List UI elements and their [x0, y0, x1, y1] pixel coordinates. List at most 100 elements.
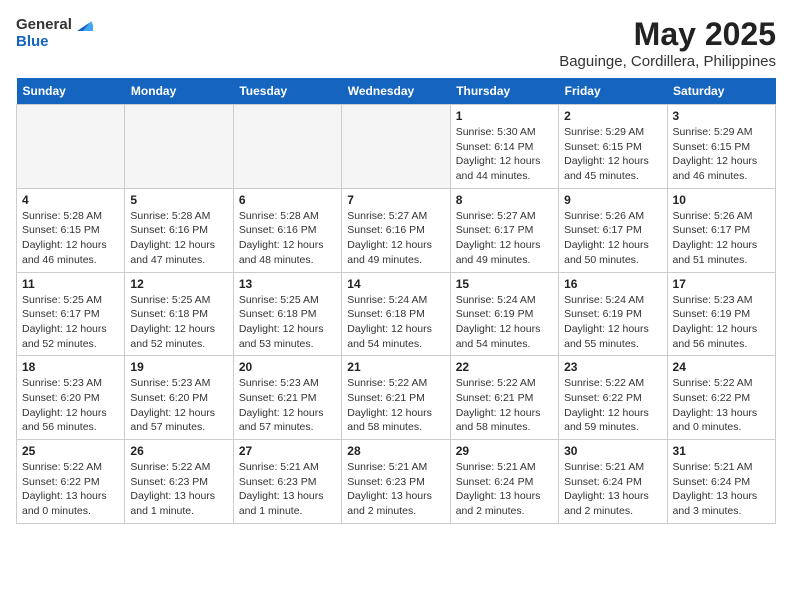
- day-info: Sunrise: 5:24 AM Sunset: 6:19 PM Dayligh…: [456, 293, 553, 352]
- day-number: 19: [130, 360, 227, 374]
- calendar-cell: 28 Sunrise: 5:21 AM Sunset: 6:23 PM Dayli…: [342, 440, 450, 524]
- day-info: Sunrise: 5:26 AM Sunset: 6:17 PM Dayligh…: [564, 209, 661, 268]
- day-number: 30: [564, 444, 661, 458]
- day-number: 12: [130, 277, 227, 291]
- day-info: Sunrise: 5:22 AM Sunset: 6:21 PM Dayligh…: [456, 376, 553, 435]
- calendar-cell: 6 Sunrise: 5:28 AM Sunset: 6:16 PM Daylig…: [233, 188, 341, 272]
- logo: General Blue: [16, 16, 93, 50]
- week-row-4: 18 Sunrise: 5:23 AM Sunset: 6:20 PM Dayli…: [17, 356, 776, 440]
- day-info: Sunrise: 5:21 AM Sunset: 6:23 PM Dayligh…: [239, 460, 336, 519]
- calendar-table: Sunday Monday Tuesday Wednesday Thursday…: [16, 78, 776, 524]
- day-number: 15: [456, 277, 553, 291]
- day-number: 9: [564, 193, 661, 207]
- day-number: 8: [456, 193, 553, 207]
- day-info: Sunrise: 5:25 AM Sunset: 6:18 PM Dayligh…: [239, 293, 336, 352]
- calendar-cell: 14 Sunrise: 5:24 AM Sunset: 6:18 PM Dayli…: [342, 272, 450, 356]
- calendar-cell: [125, 105, 233, 189]
- calendar-cell: 27Sunrise: 5:21 AM Sunset: 6:23 PM Dayli…: [233, 440, 341, 524]
- calendar-cell: 8 Sunrise: 5:27 AM Sunset: 6:17 PM Daylig…: [450, 188, 558, 272]
- day-number: 26: [130, 444, 227, 458]
- day-number: 1: [456, 109, 553, 123]
- page-subtitle: Baguinge, Cordillera, Philippines: [559, 53, 776, 70]
- week-row-3: 11Sunrise: 5:25 AM Sunset: 6:17 PM Dayli…: [17, 272, 776, 356]
- calendar-cell: 21 Sunrise: 5:22 AM Sunset: 6:21 PM Dayli…: [342, 356, 450, 440]
- calendar-cell: 2Sunrise: 5:29 AM Sunset: 6:15 PM Daylig…: [559, 105, 667, 189]
- calendar-cell: 20 Sunrise: 5:23 AM Sunset: 6:21 PM Dayli…: [233, 356, 341, 440]
- day-info: Sunrise: 5:22 AM Sunset: 6:21 PM Dayligh…: [347, 376, 444, 435]
- header-wednesday: Wednesday: [342, 78, 450, 105]
- calendar-cell: 18 Sunrise: 5:23 AM Sunset: 6:20 PM Dayli…: [17, 356, 125, 440]
- day-info: Sunrise: 5:28 AM Sunset: 6:15 PM Dayligh…: [22, 209, 119, 268]
- day-number: 11: [22, 277, 119, 291]
- calendar-cell: 26 Sunrise: 5:22 AM Sunset: 6:23 PM Dayli…: [125, 440, 233, 524]
- day-info: Sunrise: 5:23 AM Sunset: 6:19 PM Dayligh…: [673, 293, 770, 352]
- calendar-cell: 30 Sunrise: 5:21 AM Sunset: 6:24 PM Dayli…: [559, 440, 667, 524]
- calendar-cell: 4 Sunrise: 5:28 AM Sunset: 6:15 PM Daylig…: [17, 188, 125, 272]
- day-info: Sunrise: 5:22 AM Sunset: 6:22 PM Dayligh…: [22, 460, 119, 519]
- day-number: 31: [673, 444, 770, 458]
- day-number: 21: [347, 360, 444, 374]
- day-number: 28: [347, 444, 444, 458]
- calendar-cell: 24Sunrise: 5:22 AM Sunset: 6:22 PM Dayli…: [667, 356, 775, 440]
- day-number: 22: [456, 360, 553, 374]
- calendar-cell: 31 Sunrise: 5:21 AM Sunset: 6:24 PM Dayli…: [667, 440, 775, 524]
- day-info: Sunrise: 5:24 AM Sunset: 6:19 PM Dayligh…: [564, 293, 661, 352]
- week-row-5: 25Sunrise: 5:22 AM Sunset: 6:22 PM Dayli…: [17, 440, 776, 524]
- day-info: Sunrise: 5:23 AM Sunset: 6:20 PM Dayligh…: [130, 376, 227, 435]
- header-friday: Friday: [559, 78, 667, 105]
- day-info: Sunrise: 5:26 AM Sunset: 6:17 PM Dayligh…: [673, 209, 770, 268]
- day-info: Sunrise: 5:22 AM Sunset: 6:22 PM Dayligh…: [673, 376, 770, 435]
- day-number: 4: [22, 193, 119, 207]
- day-info: Sunrise: 5:29 AM Sunset: 6:15 PM Dayligh…: [564, 125, 661, 184]
- calendar-cell: 17 Sunrise: 5:23 AM Sunset: 6:19 PM Dayli…: [667, 272, 775, 356]
- day-info: Sunrise: 5:23 AM Sunset: 6:20 PM Dayligh…: [22, 376, 119, 435]
- day-number: 13: [239, 277, 336, 291]
- page-title: May 2025: [559, 16, 776, 53]
- day-number: 7: [347, 193, 444, 207]
- week-row-2: 4 Sunrise: 5:28 AM Sunset: 6:15 PM Daylig…: [17, 188, 776, 272]
- title-area: May 2025 Baguinge, Cordillera, Philippin…: [559, 16, 776, 70]
- day-number: 18: [22, 360, 119, 374]
- calendar-cell: 15 Sunrise: 5:24 AM Sunset: 6:19 PM Dayli…: [450, 272, 558, 356]
- calendar-cell: 13 Sunrise: 5:25 AM Sunset: 6:18 PM Dayli…: [233, 272, 341, 356]
- calendar-cell: [342, 105, 450, 189]
- calendar-cell: 9 Sunrise: 5:26 AM Sunset: 6:17 PM Daylig…: [559, 188, 667, 272]
- calendar-cell: 25Sunrise: 5:22 AM Sunset: 6:22 PM Dayli…: [17, 440, 125, 524]
- day-info: Sunrise: 5:23 AM Sunset: 6:21 PM Dayligh…: [239, 376, 336, 435]
- calendar-cell: 1 Sunrise: 5:30 AM Sunset: 6:14 PM Daylig…: [450, 105, 558, 189]
- day-number: 29: [456, 444, 553, 458]
- calendar-cell: 29Sunrise: 5:21 AM Sunset: 6:24 PM Dayli…: [450, 440, 558, 524]
- day-info: Sunrise: 5:27 AM Sunset: 6:17 PM Dayligh…: [456, 209, 553, 268]
- header-tuesday: Tuesday: [233, 78, 341, 105]
- calendar-cell: 23Sunrise: 5:22 AM Sunset: 6:22 PM Dayli…: [559, 356, 667, 440]
- day-info: Sunrise: 5:21 AM Sunset: 6:24 PM Dayligh…: [673, 460, 770, 519]
- logo-blue: Blue: [16, 33, 93, 50]
- logo-general: General: [16, 16, 72, 33]
- day-info: Sunrise: 5:28 AM Sunset: 6:16 PM Dayligh…: [130, 209, 227, 268]
- day-info: Sunrise: 5:22 AM Sunset: 6:22 PM Dayligh…: [564, 376, 661, 435]
- day-number: 6: [239, 193, 336, 207]
- weekday-header-row: Sunday Monday Tuesday Wednesday Thursday…: [17, 78, 776, 105]
- calendar-cell: 10 Sunrise: 5:26 AM Sunset: 6:17 PM Dayli…: [667, 188, 775, 272]
- day-info: Sunrise: 5:27 AM Sunset: 6:16 PM Dayligh…: [347, 209, 444, 268]
- calendar-cell: 3Sunrise: 5:29 AM Sunset: 6:15 PM Daylig…: [667, 105, 775, 189]
- week-row-1: 1 Sunrise: 5:30 AM Sunset: 6:14 PM Daylig…: [17, 105, 776, 189]
- day-info: Sunrise: 5:21 AM Sunset: 6:24 PM Dayligh…: [564, 460, 661, 519]
- day-info: Sunrise: 5:21 AM Sunset: 6:23 PM Dayligh…: [347, 460, 444, 519]
- day-number: 10: [673, 193, 770, 207]
- day-number: 16: [564, 277, 661, 291]
- day-info: Sunrise: 5:30 AM Sunset: 6:14 PM Dayligh…: [456, 125, 553, 184]
- day-info: Sunrise: 5:29 AM Sunset: 6:15 PM Dayligh…: [673, 125, 770, 184]
- day-info: Sunrise: 5:22 AM Sunset: 6:23 PM Dayligh…: [130, 460, 227, 519]
- day-number: 14: [347, 277, 444, 291]
- calendar-cell: 5Sunrise: 5:28 AM Sunset: 6:16 PM Daylig…: [125, 188, 233, 272]
- day-info: Sunrise: 5:28 AM Sunset: 6:16 PM Dayligh…: [239, 209, 336, 268]
- calendar-cell: 12Sunrise: 5:25 AM Sunset: 6:18 PM Dayli…: [125, 272, 233, 356]
- day-number: 17: [673, 277, 770, 291]
- day-info: Sunrise: 5:24 AM Sunset: 6:18 PM Dayligh…: [347, 293, 444, 352]
- logo-icon: [73, 17, 93, 33]
- calendar-cell: [17, 105, 125, 189]
- header-monday: Monday: [125, 78, 233, 105]
- header-sunday: Sunday: [17, 78, 125, 105]
- day-number: 20: [239, 360, 336, 374]
